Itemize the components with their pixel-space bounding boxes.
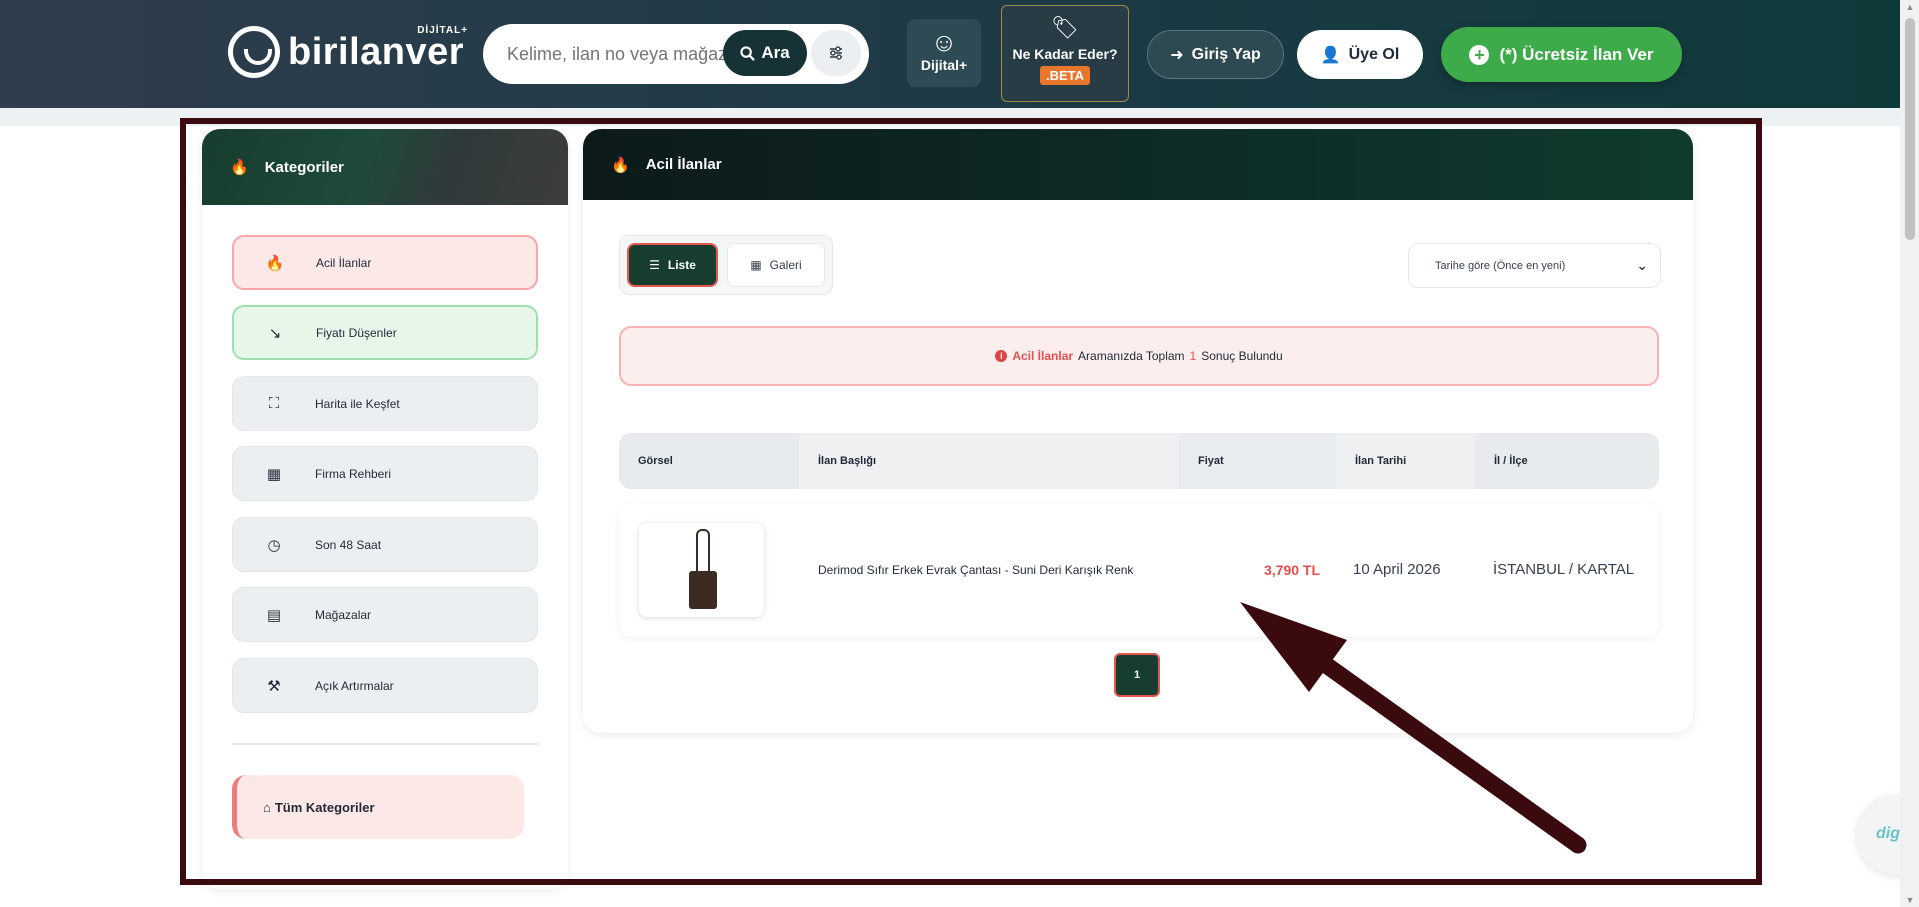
site-logo[interactable]: birilanver DİJİTAL+ — [228, 24, 469, 78]
scroll-down-arrow[interactable]: ▼ — [1905, 895, 1915, 905]
plus-circle-icon: + — [1469, 44, 1490, 65]
login-button[interactable]: ➜ Giriş Yap — [1147, 30, 1284, 79]
price-tag-icon: 🏷 — [1051, 15, 1079, 40]
robot-icon: ☺ — [930, 27, 958, 57]
scrollbar[interactable]: ▲ ▼ — [1900, 0, 1919, 907]
logo-icon — [228, 26, 280, 78]
signup-button[interactable]: 👤 Üye Ol — [1297, 30, 1423, 79]
user-plus-icon: 👤 — [1320, 46, 1341, 64]
dijital-plus-button[interactable]: ☺ Dijital+ — [907, 19, 981, 87]
logo-text: birilanver DİJİTAL+ — [288, 24, 469, 73]
search-button[interactable]: Ara — [723, 30, 807, 76]
sign-in-icon: ➜ — [1170, 46, 1184, 64]
search-bar: Ara — [483, 24, 869, 84]
search-icon — [740, 45, 756, 61]
scroll-thumb[interactable] — [1905, 18, 1915, 240]
logo-badge: DİJİTAL+ — [417, 24, 469, 36]
post-ad-button[interactable]: + (*) Ücretsiz İlan Ver — [1441, 27, 1682, 82]
ne-kadar-eder-button[interactable]: 🏷 Ne Kadar Eder? .BETA — [1001, 5, 1129, 102]
highlight-frame — [180, 118, 1762, 885]
sliders-icon — [830, 46, 842, 60]
filter-button[interactable] — [811, 30, 861, 76]
search-input[interactable] — [507, 24, 727, 84]
scroll-up-arrow[interactable]: ▲ — [1905, 2, 1915, 12]
top-header: birilanver DİJİTAL+ Ara ☺ Dijital+ 🏷 Ne … — [0, 0, 1900, 108]
beta-badge: .BETA — [1039, 66, 1091, 85]
